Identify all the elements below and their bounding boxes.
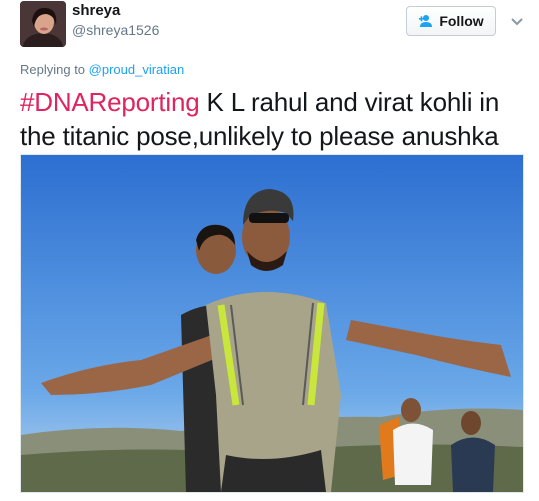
follow-label: Follow [439,13,484,29]
avatar[interactable] [20,1,66,47]
avatar-image [20,1,66,47]
hashtag-link[interactable]: #DNAReporting [20,87,200,117]
tweet-photo[interactable] [20,154,524,493]
user-handle[interactable]: @shreya1526 [72,22,159,38]
photo-image [21,155,523,492]
follow-button[interactable]: Follow [406,6,496,36]
user-name[interactable]: shreya [72,2,120,19]
add-user-icon [418,14,434,28]
more-options-button[interactable] [510,14,524,26]
reply-context: Replying to @proud_viratian [20,62,184,77]
chevron-down-icon [511,18,523,26]
reply-target-link[interactable]: @proud_viratian [89,62,185,77]
reply-prefix: Replying to [20,62,89,77]
